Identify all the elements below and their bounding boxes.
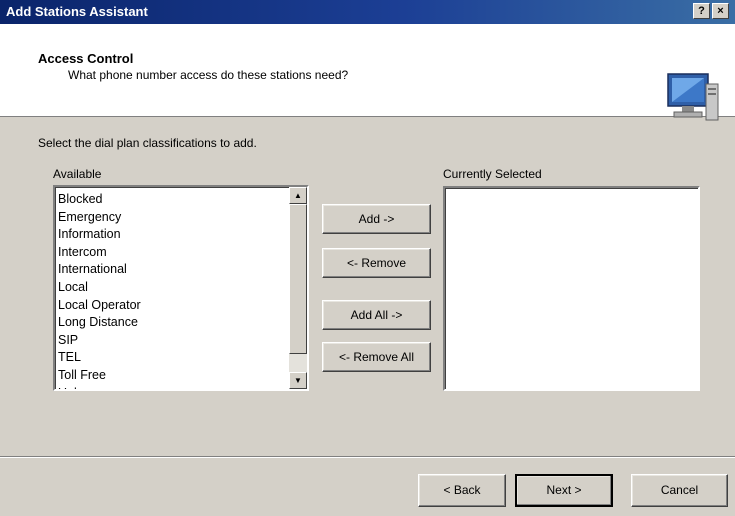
selected-listbox[interactable]	[443, 186, 700, 391]
list-item[interactable]: TEL	[58, 349, 286, 367]
list-item[interactable]: Blocked	[58, 191, 286, 209]
list-item[interactable]: Toll Free	[58, 367, 286, 385]
cancel-button[interactable]: Cancel	[631, 474, 728, 507]
list-item[interactable]: Information	[58, 226, 286, 244]
list-item[interactable]: Local	[58, 279, 286, 297]
list-item[interactable]: Intercom	[58, 244, 286, 262]
remove-all-button[interactable]: <- Remove All	[322, 342, 431, 372]
footer-divider-highlight	[0, 457, 735, 458]
list-item[interactable]: SIP	[58, 332, 286, 350]
page-subtitle: What phone number access do these statio…	[68, 68, 349, 82]
list-item[interactable]: Long Distance	[58, 314, 286, 332]
scroll-up-icon[interactable]: ▲	[289, 187, 307, 204]
list-item[interactable]: International	[58, 261, 286, 279]
available-items: Blocked Emergency Information Intercom Inter…	[58, 191, 286, 389]
list-item[interactable]: Unknown	[58, 385, 286, 389]
scroll-down-icon[interactable]: ▼	[289, 372, 307, 389]
remove-button[interactable]: <- Remove	[322, 248, 431, 278]
list-item[interactable]: Emergency	[58, 209, 286, 227]
available-listbox[interactable]: Blocked Emergency Information Intercom Inter…	[53, 185, 309, 391]
window-title: Add Stations Assistant	[6, 4, 148, 19]
selected-label: Currently Selected	[443, 167, 542, 181]
title-bar: Add Stations Assistant ? ×	[0, 0, 735, 24]
add-all-button[interactable]: Add All ->	[322, 300, 431, 330]
help-button[interactable]: ?	[693, 3, 710, 19]
add-button[interactable]: Add ->	[322, 204, 431, 234]
instructions-text: Select the dial plan classifications to …	[38, 136, 257, 150]
next-button[interactable]: Next >	[515, 474, 613, 507]
monitor-icon	[667, 73, 719, 121]
page-title: Access Control	[38, 51, 134, 66]
available-label: Available	[53, 167, 102, 181]
scroll-thumb[interactable]	[289, 204, 307, 354]
close-button[interactable]: ×	[712, 3, 729, 19]
back-button[interactable]: < Back	[418, 474, 506, 507]
wizard-header: Access Control What phone number access …	[0, 24, 735, 121]
available-scrollbar[interactable]: ▲ ▼	[289, 187, 307, 389]
list-item[interactable]: Local Operator	[58, 297, 286, 315]
